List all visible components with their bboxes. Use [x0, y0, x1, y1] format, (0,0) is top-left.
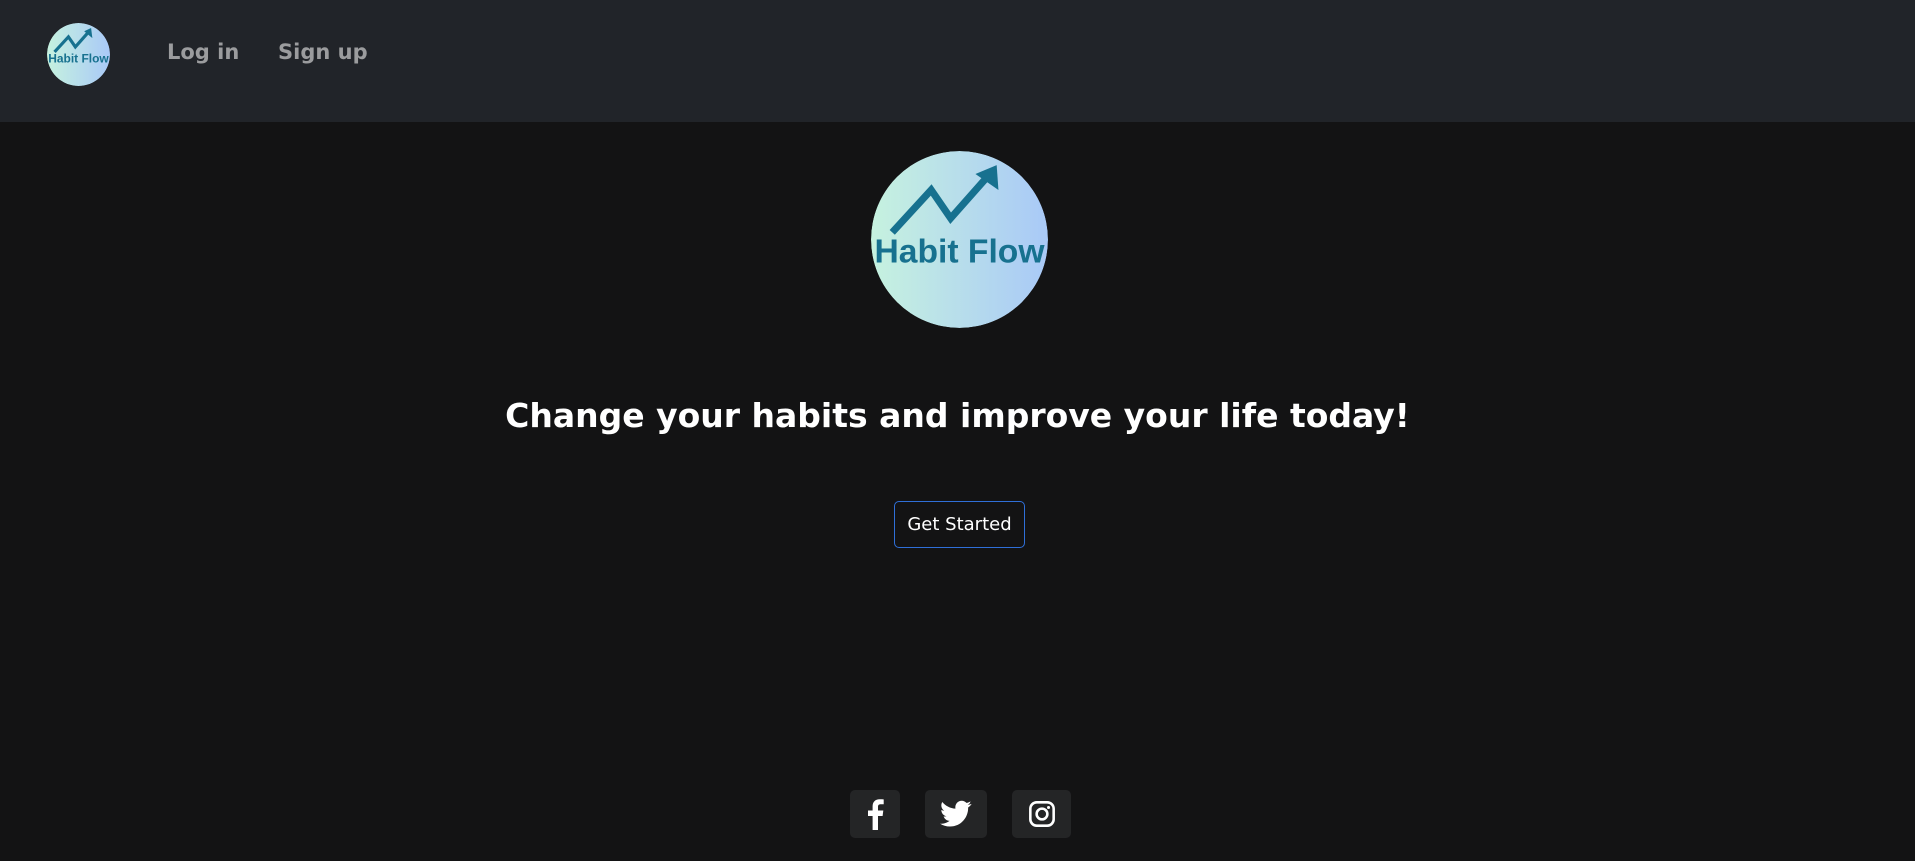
- habit-flow-logo-icon: Habit Flow: [871, 151, 1048, 328]
- nav-logo[interactable]: Habit Flow: [47, 23, 110, 86]
- svg-text:Habit Flow: Habit Flow: [48, 52, 109, 66]
- get-started-button[interactable]: Get Started: [894, 501, 1025, 548]
- habit-flow-logo-icon: Habit Flow: [47, 23, 110, 86]
- signup-link[interactable]: Sign up: [278, 40, 368, 64]
- twitter-link[interactable]: [925, 790, 987, 838]
- login-link[interactable]: Log in: [167, 40, 239, 64]
- instagram-icon: [1028, 801, 1055, 827]
- twitter-icon: [940, 800, 972, 827]
- hero-headline: Change your habits and improve your life…: [505, 396, 1410, 435]
- svg-text:Habit Flow: Habit Flow: [875, 234, 1046, 271]
- hero-logo: Habit Flow: [871, 151, 1048, 328]
- instagram-link[interactable]: [1012, 790, 1071, 838]
- facebook-icon: [868, 799, 884, 830]
- facebook-link[interactable]: [850, 790, 900, 838]
- navbar: Habit Flow Log in Sign up: [0, 0, 1915, 122]
